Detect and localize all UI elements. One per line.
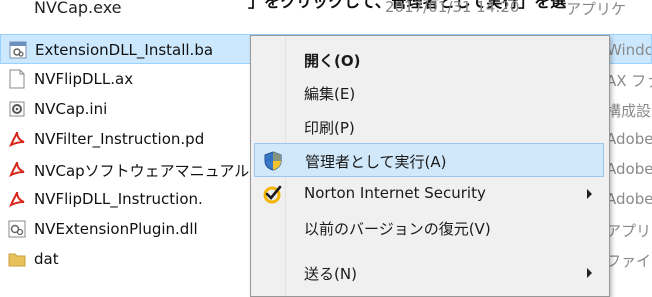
- file-type: アプリケ: [566, 0, 627, 18]
- menu-item-edit[interactable]: 編集(E): [254, 76, 604, 110]
- submenu-arrow-icon: [587, 268, 592, 278]
- file-name: NVFlipDLL_Instruction.: [34, 190, 203, 208]
- context-menu: 開く(O) 編集(E) 印刷(P) 管理者として実行(A) Norton Int…: [250, 35, 610, 297]
- menu-item-label: Norton Internet Security: [304, 184, 486, 202]
- config-file-icon: [8, 99, 26, 119]
- menu-item-label: 印刷(P): [304, 119, 355, 137]
- file-type: Windo: [607, 41, 652, 59]
- menu-item-label: 開く(O): [304, 52, 361, 70]
- file-type: ファイル: [606, 252, 652, 270]
- file-name: NVExtensionPlugin.dll: [34, 220, 198, 238]
- file-type: Adobe: [606, 160, 652, 178]
- file-type: 構成設: [606, 102, 652, 120]
- menu-item-restore-previous[interactable]: 以前のバージョンの復元(V): [254, 211, 604, 245]
- file-name: NVCapソフトウェアマニュアル: [34, 162, 250, 180]
- pdf-icon: [8, 159, 26, 179]
- file-date: 2017/01/31 14:20: [385, 0, 520, 16]
- file-row-partial[interactable]: NVCap.exe 2017/01/31 14:20 アプリケ: [0, 0, 652, 20]
- uac-shield-icon: [262, 150, 284, 172]
- menu-item-label: 以前のバージョンの復元(V): [304, 220, 491, 238]
- file-name: ExtensionDLL_Install.ba: [35, 41, 214, 59]
- file-type: アプリケー: [606, 222, 652, 240]
- menu-item-norton[interactable]: Norton Internet Security: [254, 177, 604, 211]
- folder-icon: [8, 249, 26, 269]
- file-name: NVCap.exe: [34, 0, 122, 17]
- menu-item-label: 編集(E): [304, 85, 356, 103]
- file-type: Adobe: [606, 190, 652, 208]
- file-name: NVFlipDLL.ax: [34, 70, 134, 88]
- menu-item-label: 送る(N): [304, 265, 357, 283]
- pdf-icon: [8, 189, 26, 209]
- batch-file-icon: [9, 40, 27, 60]
- menu-item-send-to[interactable]: 送る(N): [254, 256, 604, 290]
- submenu-arrow-icon: [587, 189, 592, 199]
- file-name: NVFilter_Instruction.pd: [34, 130, 205, 148]
- menu-item-open[interactable]: 開く(O): [254, 43, 604, 77]
- dll-file-icon: [8, 219, 26, 239]
- file-name: NVCap.ini: [34, 100, 108, 118]
- blank-file-icon: [8, 69, 26, 89]
- file-name: dat: [34, 250, 59, 268]
- menu-item-run-as-admin[interactable]: 管理者として実行(A): [254, 143, 604, 177]
- pdf-icon: [8, 129, 26, 149]
- menu-item-label: 管理者として実行(A): [305, 153, 447, 171]
- menu-item-print[interactable]: 印刷(P): [254, 110, 604, 144]
- file-type: AX ファ: [606, 72, 652, 90]
- file-type: Adobe: [606, 130, 652, 148]
- norton-check-icon: [261, 183, 283, 205]
